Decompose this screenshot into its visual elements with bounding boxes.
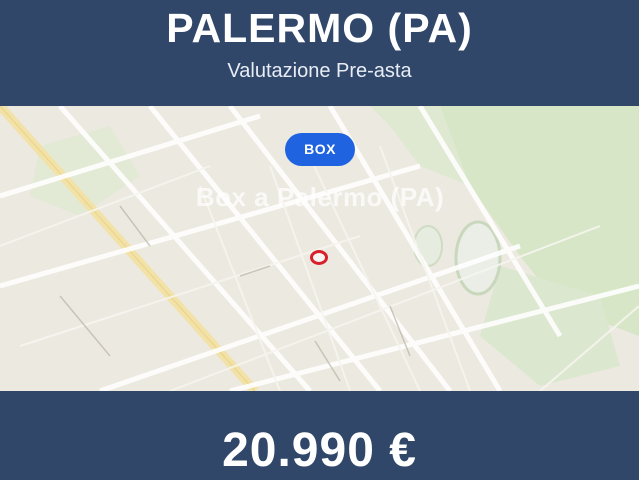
price-banner: 20.990 €: [0, 391, 639, 480]
category-badge[interactable]: BOX: [285, 133, 355, 166]
location-marker-icon[interactable]: [310, 250, 328, 265]
page-subtitle: Valutazione Pre-asta: [227, 60, 412, 82]
price-value: 20.990 €: [222, 424, 417, 477]
listing-card: PALERMO (PA) Valutazione Pre-asta BOX Bo…: [0, 0, 639, 480]
header-banner: PALERMO (PA) Valutazione Pre-asta: [0, 0, 639, 106]
page-title: PALERMO (PA): [166, 5, 473, 51]
location-map[interactable]: BOX Box a Palermo (PA): [0, 106, 639, 391]
map-caption: Box a Palermo (PA): [195, 182, 445, 212]
